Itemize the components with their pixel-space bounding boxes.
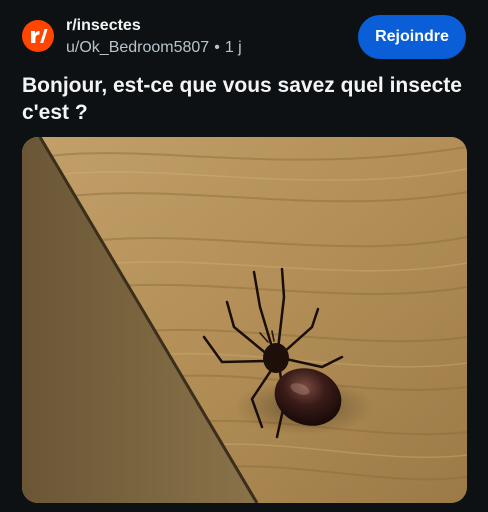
post-meta: r/insectes u/Ok_Bedroom5807 • 1 j	[66, 16, 242, 58]
meta-separator: •	[214, 39, 220, 56]
post-title[interactable]: Bonjour, est-ce que vous savez quel inse…	[22, 72, 472, 126]
post-age: 1 j	[224, 39, 242, 56]
byline: u/Ok_Bedroom5807 • 1 j	[66, 38, 242, 58]
post-header: r/insectes u/Ok_Bedroom5807 • 1 j Rejoindr…	[0, 0, 488, 64]
author-username[interactable]: u/Ok_Bedroom5807	[66, 39, 209, 56]
reddit-community-icon	[31, 29, 48, 43]
subreddit-name[interactable]: r/insectes	[66, 16, 242, 36]
post-image[interactable]	[22, 137, 467, 503]
subreddit-avatar[interactable]	[22, 20, 54, 52]
spider-photo	[22, 137, 467, 503]
join-button[interactable]: Rejoindre	[358, 15, 466, 59]
spider-cephalothorax	[263, 343, 289, 373]
